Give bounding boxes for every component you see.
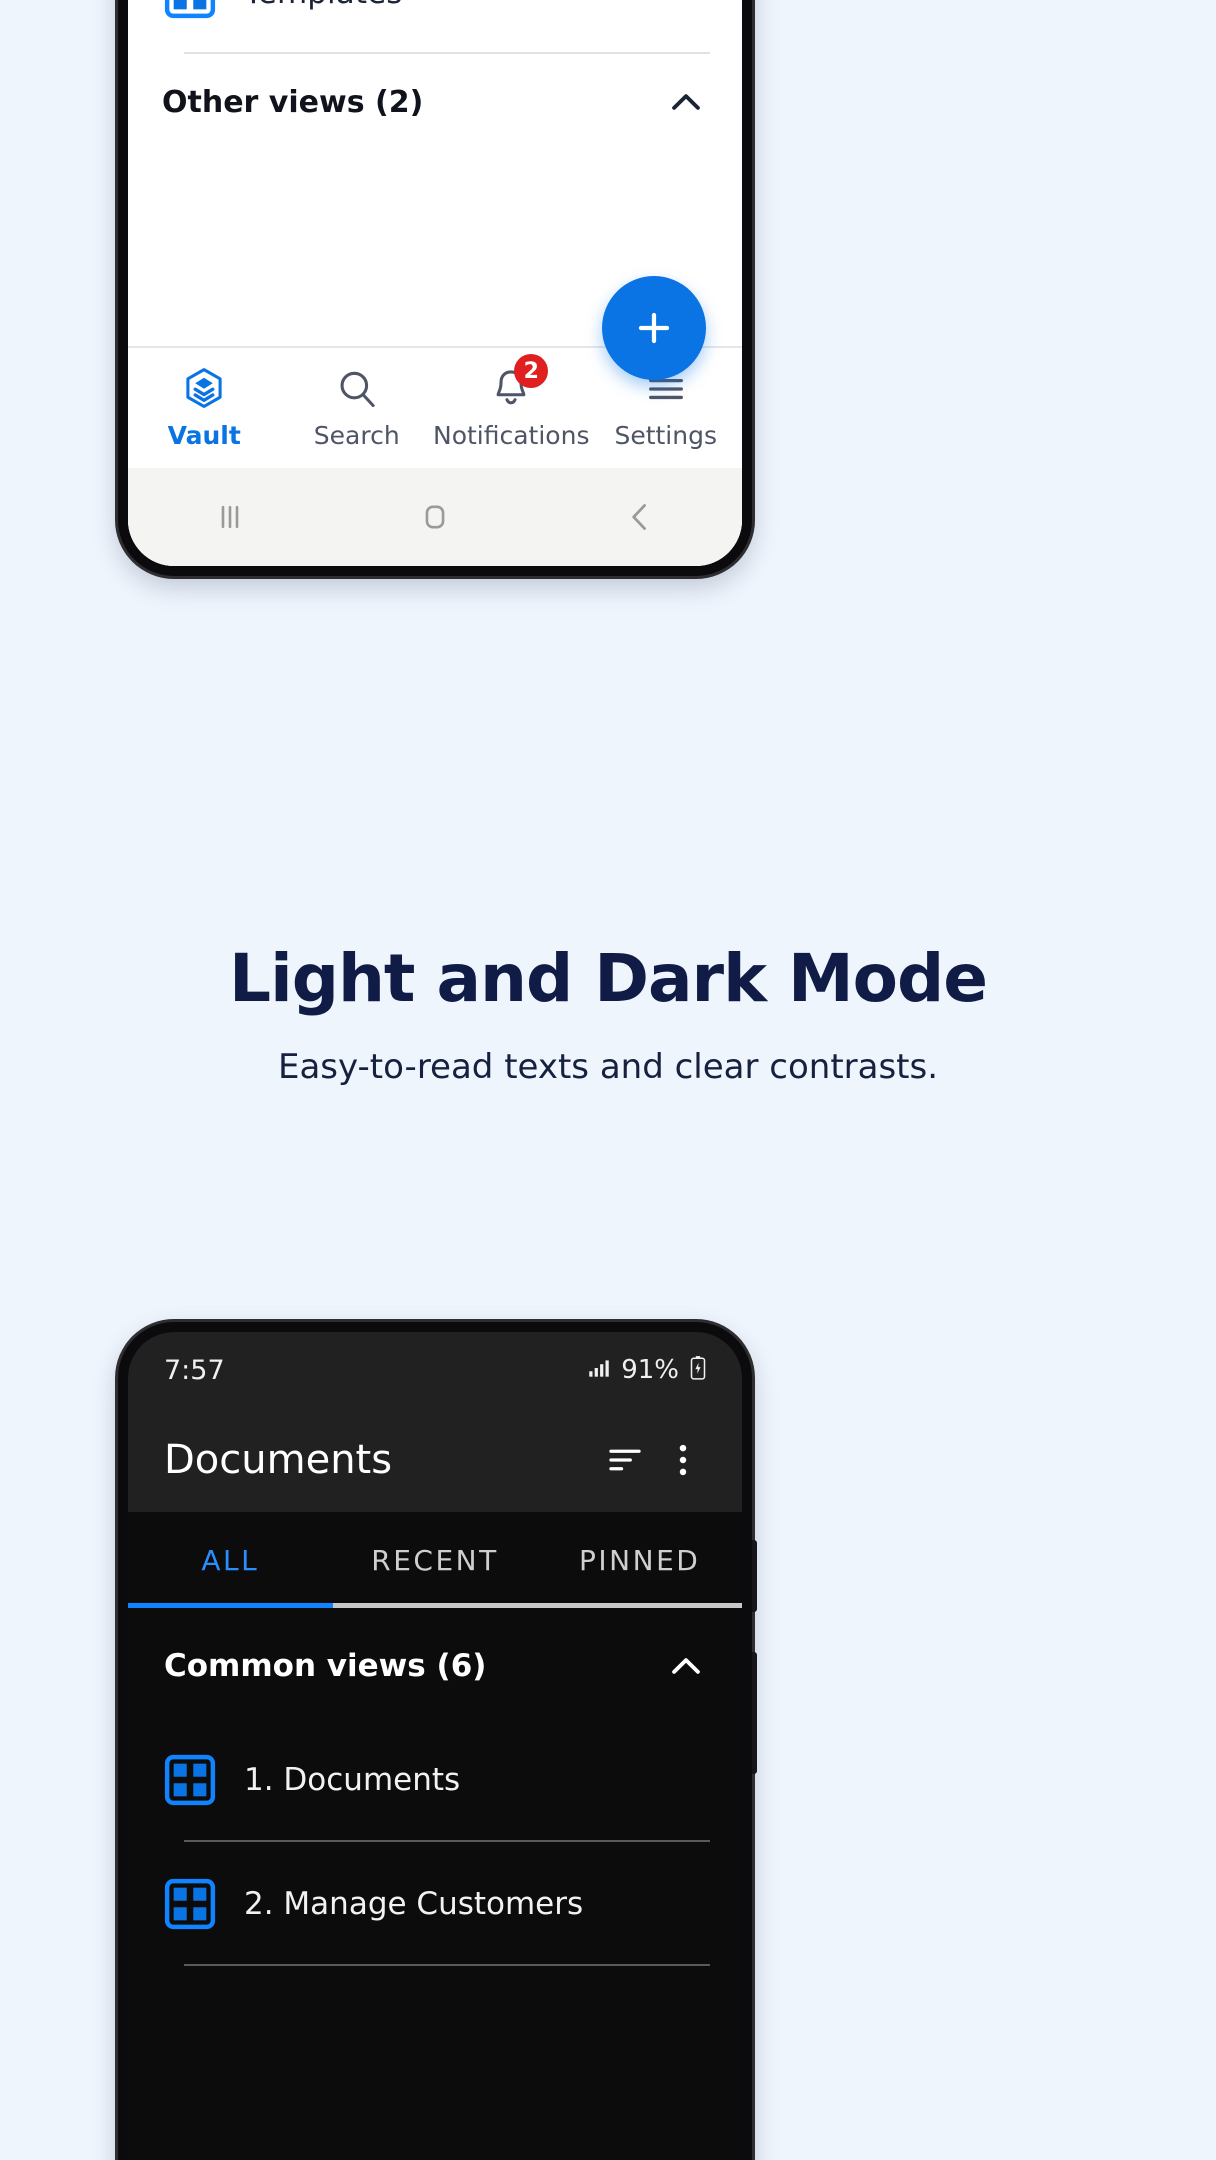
- common-views-section-header[interactable]: Common views (6): [128, 1608, 742, 1718]
- dark-mode-phone-mockup: 7:57 91% Documents ALL RECENT PINNED Com…: [118, 1322, 757, 2160]
- nav-label: Settings: [614, 421, 717, 450]
- search-icon: [334, 366, 380, 412]
- list-item[interactable]: 1. Documents: [128, 1718, 742, 1842]
- tab-pinned[interactable]: PINNED: [537, 1512, 742, 1608]
- add-view-fab[interactable]: [602, 276, 706, 380]
- light-app-screen: 4. Manage Employees 5. Advanced Sample V…: [128, 0, 742, 566]
- status-bar-indicators: 91%: [586, 1355, 708, 1386]
- vault-layers-icon: [181, 366, 227, 412]
- tab-all[interactable]: ALL: [128, 1512, 333, 1608]
- more-vertical-icon[interactable]: [654, 1431, 712, 1489]
- recents-icon[interactable]: [128, 496, 333, 538]
- other-views-section-header[interactable]: Other views (2): [128, 54, 742, 148]
- grid-view-icon: [162, 1752, 218, 1808]
- android-system-navigation-bar: [128, 468, 742, 566]
- tab-recent[interactable]: RECENT: [333, 1512, 538, 1608]
- row-divider: [184, 1964, 710, 1966]
- dark-app-screen: 7:57 91% Documents ALL RECENT PINNED Com…: [128, 1332, 742, 2160]
- light-mode-phone-mockup: 4. Manage Employees 5. Advanced Sample V…: [118, 0, 752, 576]
- nav-item-search[interactable]: Search: [281, 366, 434, 450]
- cellular-signal-icon: [586, 1355, 612, 1386]
- sort-icon[interactable]: [596, 1431, 654, 1489]
- battery-percent-label: 91%: [621, 1355, 679, 1385]
- section-title: Other views (2): [162, 84, 424, 120]
- home-icon[interactable]: [333, 496, 538, 538]
- page-title: Light and Dark Mode: [229, 940, 988, 1017]
- promo-text-block: Light and Dark Mode Easy-to-read texts a…: [0, 940, 1216, 1087]
- status-bar-clock: 7:57: [164, 1354, 225, 1386]
- tab-bar: ALL RECENT PINNED: [128, 1512, 742, 1608]
- nav-label: Notifications: [433, 421, 590, 450]
- grid-view-icon: [162, 0, 218, 21]
- plus-icon: [638, 312, 670, 344]
- toolbar-title: Documents: [164, 1437, 393, 1483]
- section-title: Common views (6): [164, 1648, 487, 1684]
- active-tab-indicator: [128, 1603, 333, 1608]
- chevron-up-icon[interactable]: [664, 1644, 708, 1688]
- bell-icon: 2: [488, 354, 549, 412]
- list-item-label: 2. Manage Customers: [244, 1886, 584, 1922]
- app-toolbar: Documents: [128, 1408, 742, 1512]
- list-item-label: Templates: [244, 0, 403, 11]
- nav-label: Vault: [167, 421, 241, 450]
- back-icon[interactable]: [537, 496, 742, 538]
- list-item[interactable]: Templates: [128, 0, 742, 54]
- list-item-label: 1. Documents: [244, 1762, 461, 1798]
- phone-side-button: [752, 1540, 757, 1612]
- phone-volume-button: [752, 1652, 757, 1774]
- promo-page: 4. Manage Employees 5. Advanced Sample V…: [0, 0, 1216, 2160]
- nav-item-vault[interactable]: Vault: [128, 366, 281, 450]
- nav-item-notifications[interactable]: 2 Notifications: [433, 354, 590, 450]
- notification-badge: 2: [514, 354, 549, 388]
- page-subtitle: Easy-to-read texts and clear contrasts.: [277, 1047, 939, 1087]
- chevron-up-icon[interactable]: [664, 80, 708, 124]
- nav-label: Search: [313, 421, 400, 450]
- grid-view-icon: [162, 1876, 218, 1932]
- status-bar: 7:57 91%: [128, 1332, 742, 1408]
- battery-charging-icon: [688, 1355, 708, 1386]
- dark-views-list: Common views (6) 1. Documents 2. Manage …: [128, 1608, 742, 2160]
- list-item[interactable]: 2. Manage Customers: [128, 1842, 742, 1966]
